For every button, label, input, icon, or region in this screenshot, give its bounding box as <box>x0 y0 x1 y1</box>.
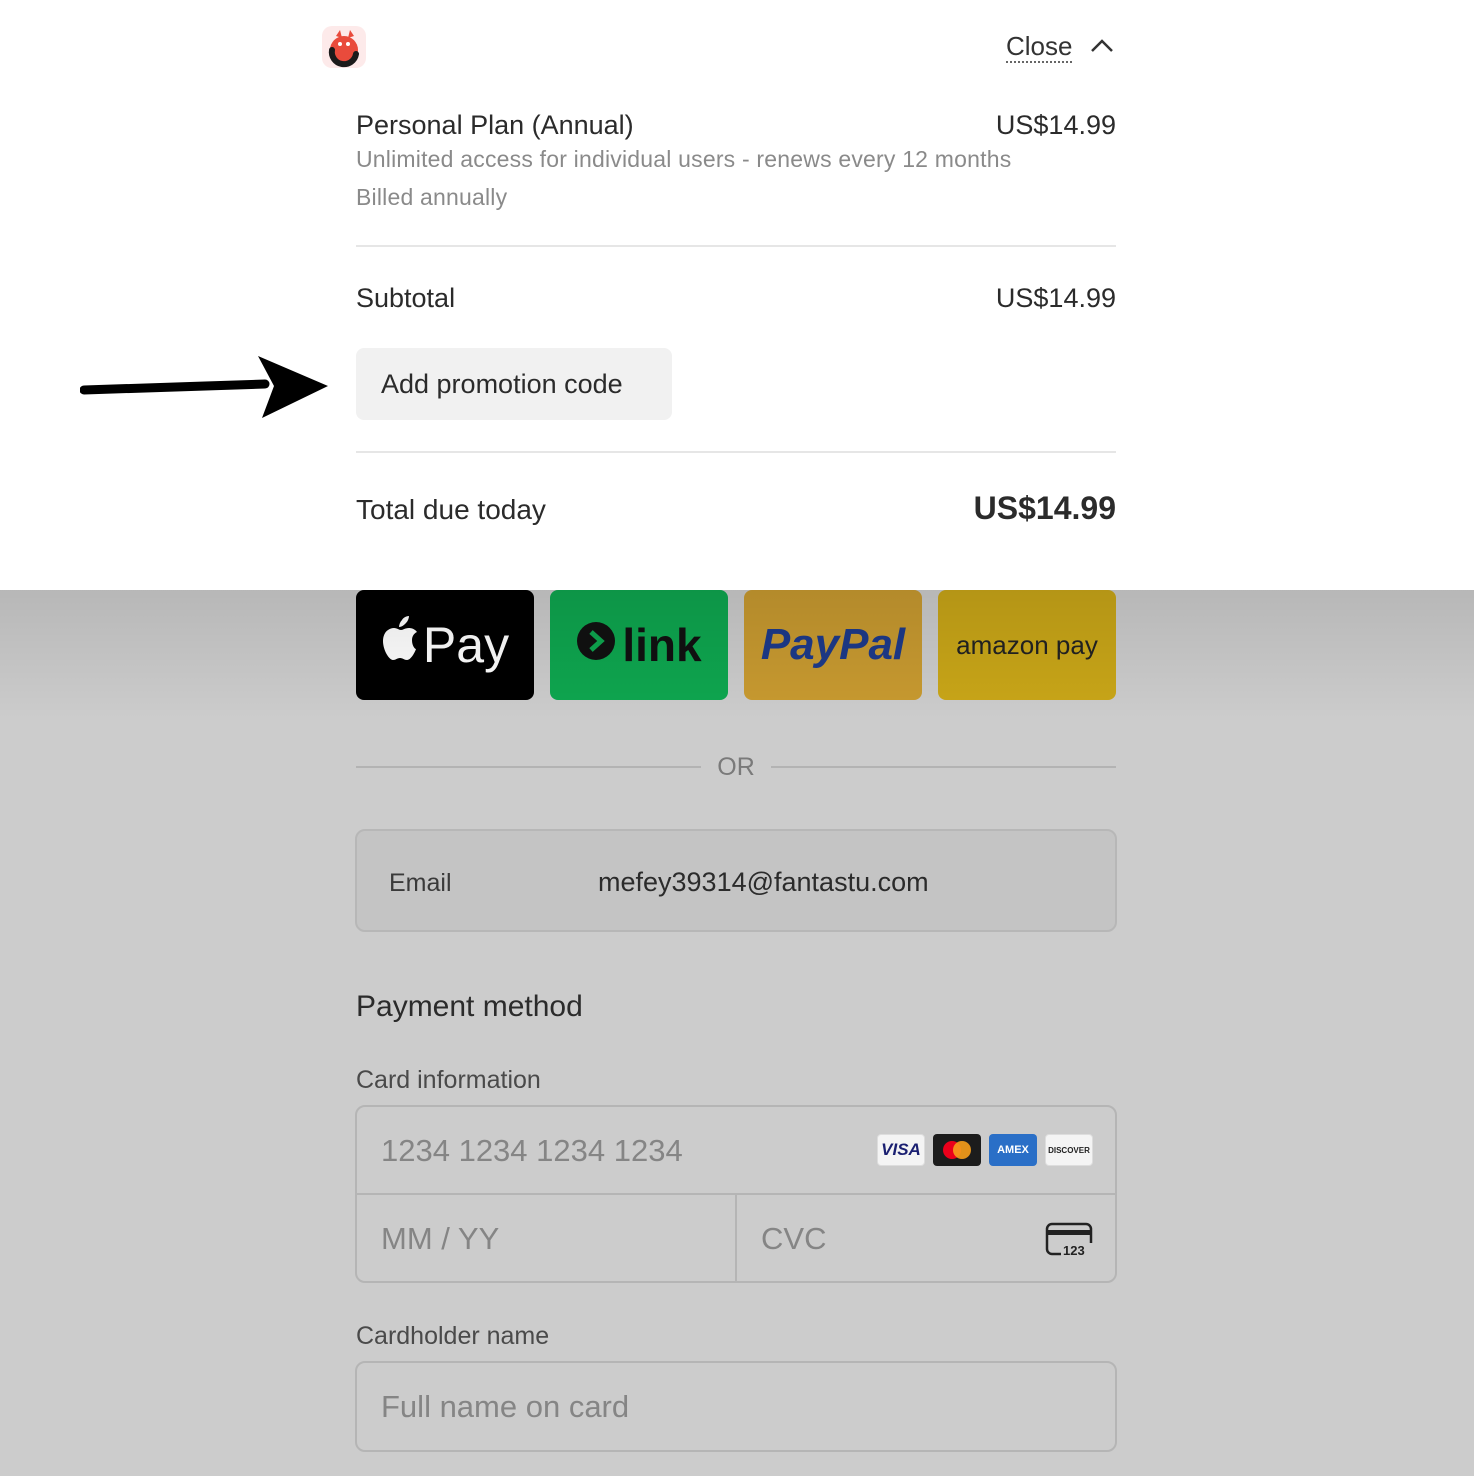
link-arrow-icon <box>576 618 616 672</box>
plan-name: Personal Plan (Annual) <box>356 110 634 140</box>
close-summary-button[interactable]: Close <box>1006 30 1114 64</box>
payment-method-title: Payment method <box>356 990 583 1023</box>
card-information-group: VISA AMEX DISCOVER 123 <box>355 1105 1117 1283</box>
or-label: OR <box>717 752 755 781</box>
divider <box>356 245 1116 247</box>
chevron-up-icon <box>1090 37 1114 58</box>
amex-icon: AMEX <box>989 1134 1037 1166</box>
apple-pay-button[interactable]: Pay <box>356 590 534 700</box>
subtotal-value: US$14.99 <box>995 283 1116 313</box>
checkout-page: Close Personal Plan (Annual) US$14.99 Un… <box>0 0 1474 1476</box>
close-label: Close <box>1006 31 1073 63</box>
panel-shadow <box>0 590 1474 720</box>
card-divider <box>735 1193 737 1281</box>
paypal-label: PayPal <box>760 620 906 669</box>
card-number-input[interactable] <box>381 1129 861 1173</box>
merchant-logo-icon <box>322 26 366 68</box>
subtotal-label: Subtotal <box>356 283 456 313</box>
card-brand-logos: VISA AMEX DISCOVER <box>877 1134 1093 1166</box>
add-promotion-code-button[interactable]: Add promotion code <box>356 348 672 420</box>
paypal-button[interactable]: PayPal <box>744 590 922 700</box>
apple-pay-label: Pay <box>422 617 510 673</box>
amazon-pay-button[interactable]: amazon pay <box>938 590 1116 700</box>
discover-icon: DISCOVER <box>1045 1134 1093 1166</box>
email-value: mefey39314@fantastu.com <box>598 867 929 897</box>
pointer-arrow-icon <box>79 350 332 422</box>
card-information-label: Card information <box>356 1066 541 1094</box>
subtotal-row: Subtotal US$14.99 <box>356 283 1116 314</box>
or-separator: OR <box>356 752 1116 782</box>
link-pay-button[interactable]: link <box>550 590 728 700</box>
total-value: US$14.99 <box>973 490 1116 526</box>
cvc-card-icon: 123 <box>1045 1221 1095 1259</box>
plan-description: Unlimited access for individual users - … <box>356 146 1012 172</box>
divider <box>356 451 1116 453</box>
or-line-left <box>356 766 702 768</box>
cardholder-name-label: Cardholder name <box>356 1322 550 1350</box>
cardholder-name-field <box>355 1361 1117 1452</box>
link-label: link <box>622 619 702 671</box>
order-summary-panel: Close Personal Plan (Annual) US$14.99 Un… <box>0 0 1474 590</box>
billing-note: Billed annually <box>356 184 508 210</box>
or-line-right <box>770 766 1116 768</box>
email-field[interactable]: Email mefey39314@fantastu.com <box>355 829 1117 932</box>
mastercard-icon <box>933 1134 981 1166</box>
svg-text:123: 123 <box>1063 1243 1085 1258</box>
apple-icon <box>381 616 419 674</box>
total-label: Total due today <box>356 494 546 525</box>
plan-price: US$14.99 <box>995 110 1116 140</box>
cvc-input[interactable] <box>761 1217 1021 1261</box>
total-row: Total due today US$14.99 <box>356 490 1116 527</box>
visa-icon: VISA <box>877 1134 925 1166</box>
plan-line-item: Personal Plan (Annual) US$14.99 <box>356 110 1116 141</box>
card-divider <box>357 1193 1115 1195</box>
cardholder-name-input[interactable] <box>381 1385 1081 1429</box>
amazon-pay-label: amazon pay <box>956 629 1098 660</box>
email-label: Email <box>389 869 452 897</box>
expiry-input[interactable] <box>381 1217 711 1261</box>
